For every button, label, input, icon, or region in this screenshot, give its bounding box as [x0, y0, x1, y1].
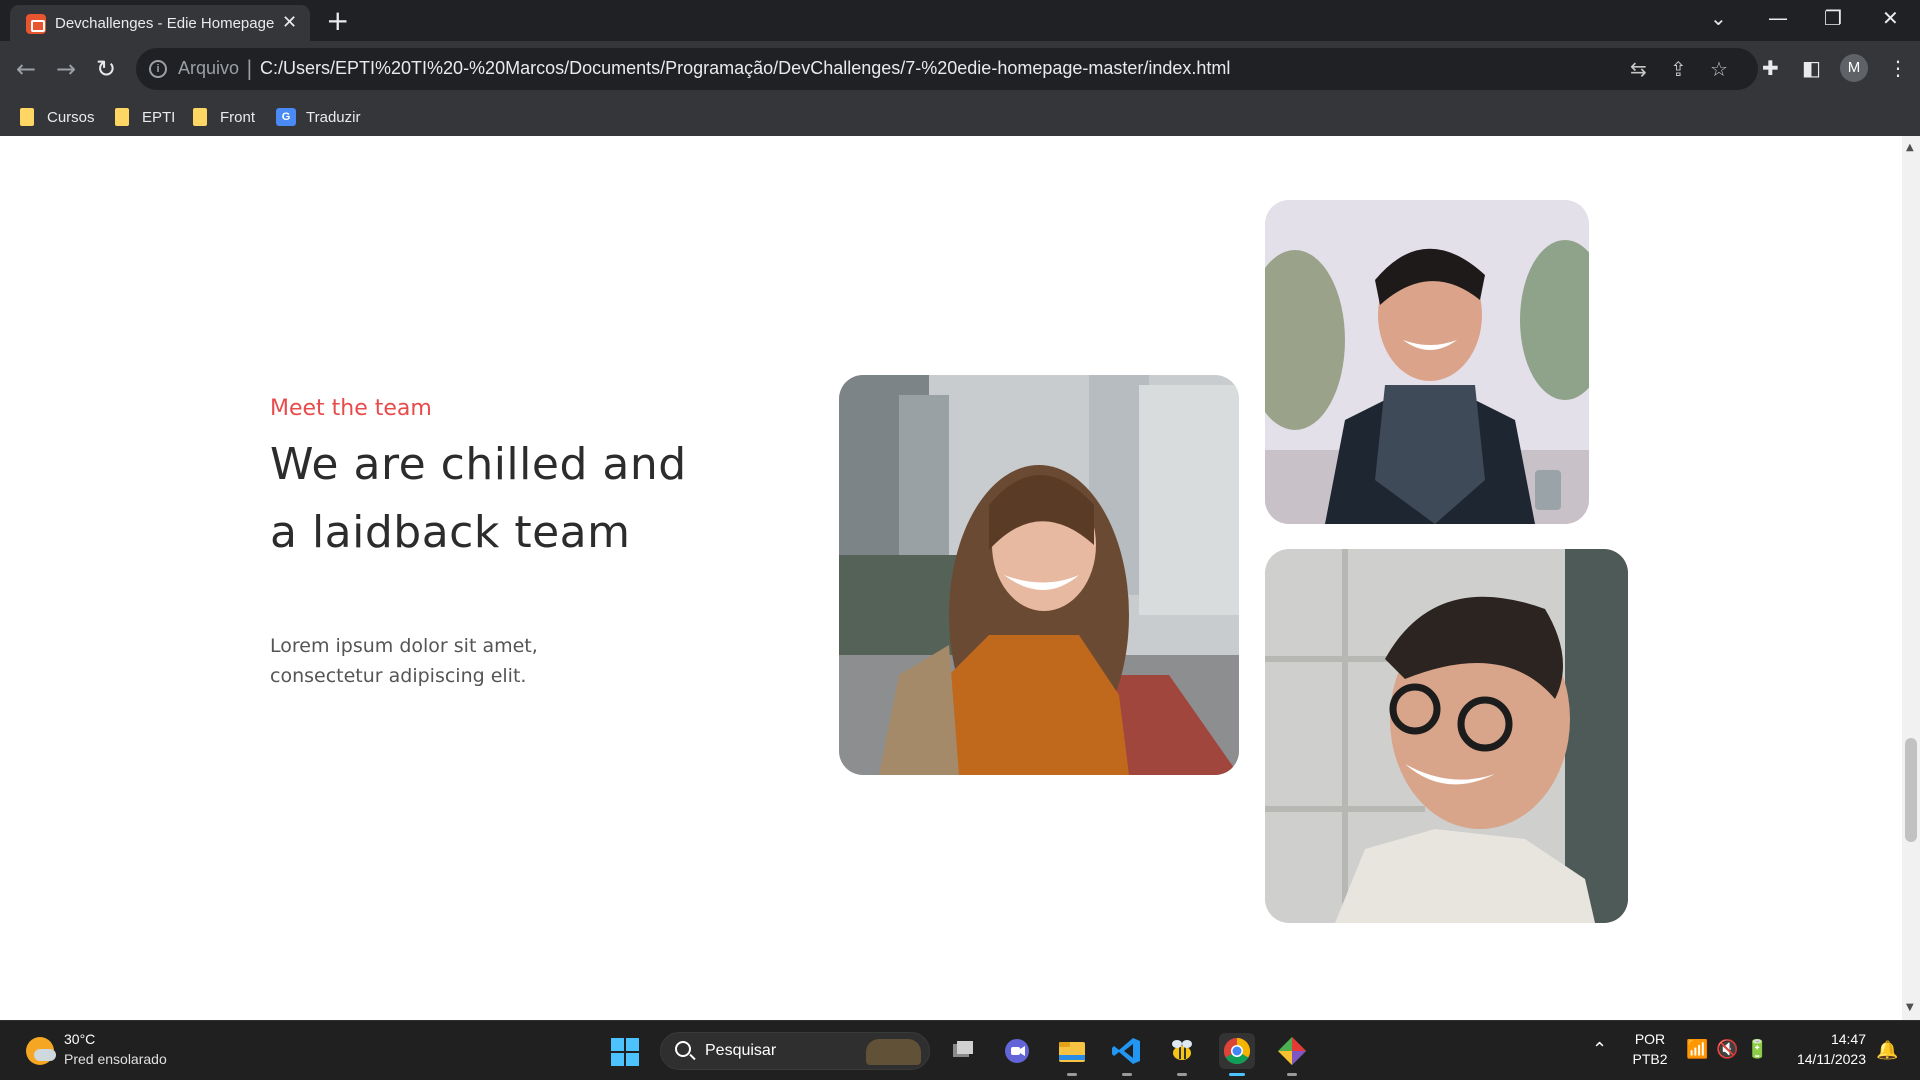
forward-arrow-icon[interactable]: →: [56, 55, 76, 83]
input-language-primary[interactable]: POR: [1632, 1031, 1668, 1047]
google-translate-icon: G: [276, 108, 296, 126]
git-app-icon[interactable]: [1274, 1033, 1310, 1076]
scroll-up-arrow-icon[interactable]: ▲: [1906, 142, 1914, 153]
weather-temperature[interactable]: 30°C: [64, 1031, 95, 1047]
tab-search-chevron-icon[interactable]: ⌄: [1710, 6, 1727, 30]
tab-title: Devchallenges - Edie Homepage: [55, 15, 275, 32]
scrollbar-thumb[interactable]: [1905, 738, 1917, 842]
input-language-secondary[interactable]: PTB2: [1630, 1051, 1670, 1067]
search-icon: [675, 1041, 691, 1057]
page-viewport: Meet the team We are chilled and a laidb…: [0, 136, 1902, 1020]
tab-close-icon[interactable]: ✕: [282, 13, 297, 33]
battery-charging-icon[interactable]: 🔋: [1746, 1039, 1768, 1061]
devchallenges-favicon-icon: [26, 14, 46, 34]
browser-toolbar: ← → ↻ i Arquivo | C:/Users/EPTI%20TI%20-…: [0, 41, 1920, 97]
task-view-icon[interactable]: [944, 1033, 980, 1069]
chrome-icon[interactable]: [1219, 1033, 1255, 1076]
team-photo-man-glasses: [1265, 549, 1628, 923]
windows-start-icon[interactable]: [611, 1038, 639, 1066]
folder-icon: [193, 108, 207, 126]
windows-taskbar: 30°C Pred ensolarado Pesquisar ⌃ POR PTB…: [0, 1020, 1920, 1080]
taskbar-search[interactable]: Pesquisar: [660, 1032, 930, 1070]
section-body-text: Lorem ipsum dolor sit amet, consectetur …: [270, 635, 538, 687]
file-explorer-icon[interactable]: [1054, 1033, 1090, 1076]
bookmark-traduzir[interactable]: G Traduzir: [276, 106, 360, 128]
section-heading: We are chilled and a laidback team: [270, 439, 687, 558]
profile-avatar[interactable]: M: [1840, 54, 1868, 82]
share-icon[interactable]: ⇪: [1670, 57, 1687, 81]
address-scheme-label: Arquivo: [178, 58, 240, 78]
bookmark-folder-epti[interactable]: EPTI: [115, 106, 175, 128]
notification-bell-icon[interactable]: 🔔: [1876, 1040, 1898, 1061]
chrome-menu-kebab-icon[interactable]: ⋮: [1888, 55, 1908, 81]
wifi-icon[interactable]: 📶: [1686, 1039, 1708, 1061]
vscode-icon[interactable]: [1109, 1033, 1145, 1076]
bookmark-label: EPTI: [142, 108, 176, 126]
bookmark-label: Front: [220, 108, 256, 126]
search-highlight-illustration-icon: [866, 1039, 921, 1065]
site-info-icon[interactable]: i: [149, 60, 167, 78]
weather-partly-sunny-icon[interactable]: [26, 1037, 56, 1065]
bookmark-star-icon[interactable]: ☆: [1710, 57, 1728, 81]
team-photo-man-scarf: [1265, 200, 1589, 524]
bookmark-label: Cursos: [47, 108, 95, 126]
clock-time[interactable]: 14:47: [1786, 1031, 1866, 1047]
close-window-icon[interactable]: ✕: [1882, 6, 1899, 30]
volume-muted-icon[interactable]: 🔇: [1716, 1039, 1738, 1061]
bookmarks-bar: Cursos EPTI Front G Traduzir: [0, 97, 1920, 136]
tab-strip: Devchallenges - Edie Homepage ✕ + ⌄ — ❐ …: [0, 0, 1920, 41]
team-photo-woman: [839, 375, 1239, 775]
teams-chat-icon[interactable]: [999, 1033, 1035, 1069]
folder-icon: [115, 108, 129, 126]
bee-app-icon[interactable]: [1164, 1033, 1200, 1076]
bookmark-folder-cursos[interactable]: Cursos: [20, 106, 95, 128]
bookmark-label: Traduzir: [306, 108, 361, 126]
scroll-down-arrow-icon[interactable]: ▼: [1906, 1002, 1914, 1013]
side-panel-icon[interactable]: ◧: [1802, 55, 1821, 81]
bookmark-folder-front[interactable]: Front: [193, 106, 255, 128]
clock-date[interactable]: 14/11/2023: [1782, 1051, 1866, 1067]
page-scrollbar[interactable]: ▲ ▼: [1902, 136, 1920, 1020]
weather-description[interactable]: Pred ensolarado: [64, 1051, 167, 1067]
minimize-window-icon[interactable]: —: [1768, 6, 1788, 30]
folder-icon: [20, 108, 34, 126]
back-arrow-icon[interactable]: ←: [16, 55, 36, 83]
address-bar[interactable]: i Arquivo | C:/Users/EPTI%20TI%20-%20Mar…: [136, 48, 1758, 90]
address-url[interactable]: C:/Users/EPTI%20TI%20-%20Marcos/Document…: [260, 58, 1230, 79]
search-placeholder: Pesquisar: [705, 1042, 777, 1059]
address-separator: |: [246, 56, 253, 80]
extensions-puzzle-icon[interactable]: ✚: [1762, 55, 1779, 81]
new-tab-plus-icon[interactable]: +: [326, 6, 349, 36]
restore-window-icon[interactable]: ❐: [1824, 6, 1842, 30]
section-eyebrow: Meet the team: [270, 396, 432, 421]
browser-tab-active[interactable]: Devchallenges - Edie Homepage ✕: [10, 5, 310, 41]
translate-page-icon[interactable]: ⇆: [1630, 57, 1647, 81]
show-hidden-icons-chevron-icon[interactable]: ⌃: [1592, 1039, 1607, 1061]
reload-icon[interactable]: ↻: [96, 55, 116, 83]
